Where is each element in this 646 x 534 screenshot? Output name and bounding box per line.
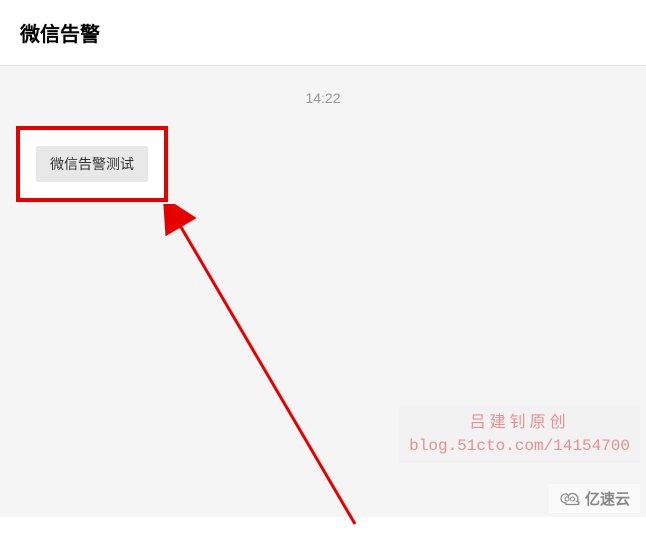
message-bubble[interactable]: 微信告警测试 xyxy=(36,146,148,182)
chat-area: 14:22 微信告警测试 吕建钊原创 blog.51cto.com/141547… xyxy=(0,66,646,517)
brand-label: 亿速云 xyxy=(585,488,630,509)
message-timestamp: 14:22 xyxy=(16,90,630,106)
brand-badge: 亿速云 xyxy=(549,484,640,513)
message-highlight-box: 微信告警测试 xyxy=(16,126,168,202)
cloud-icon xyxy=(559,492,581,506)
author-watermark: 吕建钊原创 blog.51cto.com/14154700 xyxy=(399,406,640,463)
watermark-author: 吕建钊原创 xyxy=(409,412,630,434)
annotation-arrow xyxy=(160,204,370,534)
chat-title: 微信告警 xyxy=(20,18,626,47)
chat-header: 微信告警 xyxy=(0,0,646,66)
watermark-url: blog.51cto.com/14154700 xyxy=(409,435,630,457)
